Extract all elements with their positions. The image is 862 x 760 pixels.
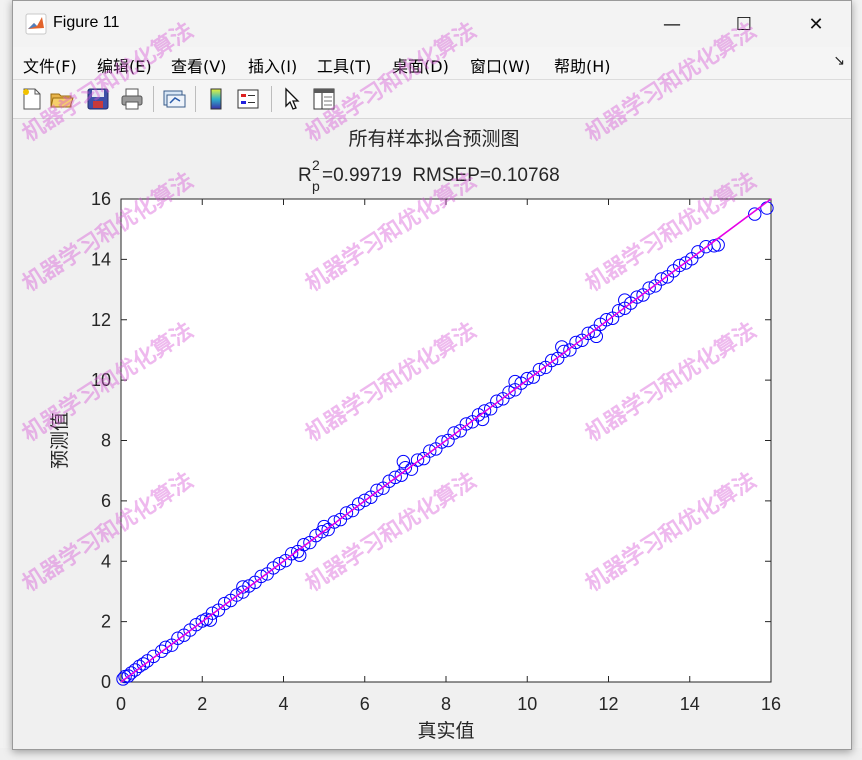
x-tick-label: 6 <box>360 694 370 714</box>
y-tick-label: 10 <box>91 370 111 390</box>
open-file-icon[interactable] <box>49 86 75 112</box>
y-axis-label: 预测值 <box>49 412 71 469</box>
subtitle-r-superscript: 2 <box>312 157 320 173</box>
menu-overflow-icon[interactable]: ↘ <box>833 53 845 69</box>
menu-window[interactable]: 窗口(W) <box>470 53 530 77</box>
colorbar-icon[interactable] <box>203 86 229 112</box>
link-plot-icon[interactable] <box>161 86 187 112</box>
save-icon[interactable] <box>85 86 111 112</box>
new-figure-icon[interactable] <box>19 86 45 112</box>
x-tick-label: 12 <box>598 694 618 714</box>
x-tick-label: 4 <box>278 694 288 714</box>
figure-window: Figure 11 — ☐ ✕ 文件(F) 编辑(E) 查看(V) 插入(I) … <box>12 0 852 750</box>
toolbar-separator <box>271 86 272 112</box>
menu-insert[interactable]: 插入(I) <box>248 53 297 77</box>
y-tick-label: 6 <box>101 491 111 511</box>
y-tick-label: 8 <box>101 431 111 451</box>
property-inspector-icon[interactable] <box>311 86 337 112</box>
menu-desktop[interactable]: 桌面(D) <box>392 53 449 77</box>
y-tick-label: 0 <box>101 672 111 692</box>
x-axis-label: 真实值 <box>417 720 474 742</box>
subtitle-r-subscript: p <box>312 178 320 194</box>
x-tick-label: 10 <box>517 694 537 714</box>
legend-icon[interactable] <box>235 86 261 112</box>
toolbar-separator <box>195 86 196 112</box>
menu-help[interactable]: 帮助(H) <box>554 53 611 77</box>
close-button[interactable]: ✕ <box>780 1 851 47</box>
y-tick-label: 16 <box>91 189 111 209</box>
subtitle-r: R <box>298 165 312 186</box>
x-tick-label: 2 <box>197 694 207 714</box>
y-tick-label: 2 <box>101 612 111 632</box>
x-tick-label: 16 <box>761 694 781 714</box>
toolbar <box>13 80 851 119</box>
pointer-icon[interactable] <box>279 86 305 112</box>
y-tick-label: 14 <box>91 249 111 269</box>
figure-canvas: 所有样本拟合预测图 R 2 p =0.99719 RMSEP=0.10768 0… <box>13 119 851 749</box>
title-bar[interactable]: Figure 11 — ☐ ✕ <box>13 1 851 47</box>
x-tick-label: 0 <box>116 694 126 714</box>
print-icon[interactable] <box>119 86 145 112</box>
menu-tools[interactable]: 工具(T) <box>317 53 371 77</box>
toolbar-separator <box>153 86 154 112</box>
menu-file[interactable]: 文件(F) <box>23 53 77 77</box>
menu-edit[interactable]: 编辑(E) <box>97 53 152 77</box>
minimize-button[interactable]: — <box>636 1 708 47</box>
y-tick-label: 4 <box>101 551 111 571</box>
chart-title: 所有样本拟合预测图 <box>348 128 519 150</box>
y-tick-label: 12 <box>91 310 111 330</box>
window-title: Figure 11 <box>53 14 120 31</box>
scatter-plot[interactable]: 所有样本拟合预测图 R 2 p =0.99719 RMSEP=0.10768 0… <box>13 119 851 749</box>
maximize-button[interactable]: ☐ <box>708 1 780 47</box>
x-tick-label: 8 <box>441 694 451 714</box>
menu-bar: 文件(F) 编辑(E) 查看(V) 插入(I) 工具(T) 桌面(D) 窗口(W… <box>13 47 851 80</box>
chart-subtitle: R 2 p =0.99719 RMSEP=0.10768 <box>298 157 560 194</box>
x-tick-label: 14 <box>680 694 700 714</box>
matlab-icon <box>25 13 47 35</box>
menu-view[interactable]: 查看(V) <box>171 53 226 77</box>
subtitle-metrics: =0.99719 RMSEP=0.10768 <box>322 165 560 186</box>
